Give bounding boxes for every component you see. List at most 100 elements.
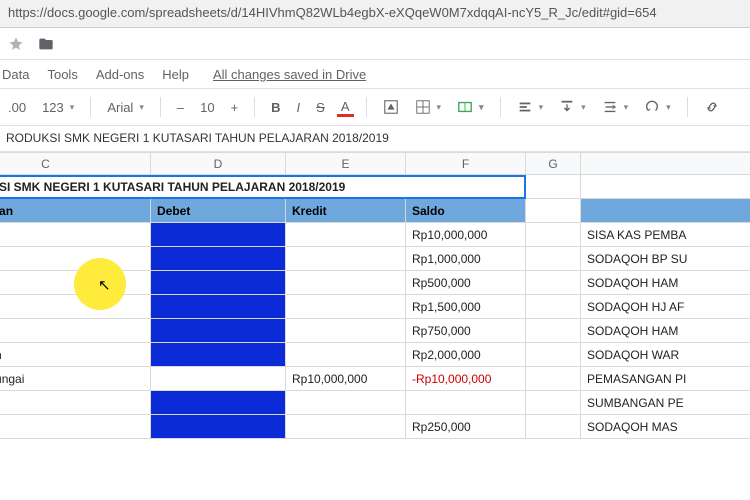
col-f[interactable]: F <box>406 153 526 175</box>
cell-keterangan[interactable]: iji <box>0 247 151 271</box>
font-size[interactable]: 10 <box>196 98 218 117</box>
cell-debet[interactable] <box>151 367 286 391</box>
col-g[interactable]: G <box>526 153 581 175</box>
cell-saldo[interactable]: Rp250,000 <box>406 415 526 439</box>
cell-saldo[interactable]: Rp1,500,000 <box>406 295 526 319</box>
cell-right[interactable]: SODAQOH MAS <box>581 415 750 439</box>
column-headers[interactable]: C D E F G <box>0 153 750 175</box>
cell-saldo[interactable]: Rp500,000 <box>406 271 526 295</box>
table-row[interactable]: ilon Ke SungaiRp10,000,000-Rp10,000,000P… <box>0 367 750 391</box>
cell-debet[interactable]: Rp1,000,000 <box>151 247 286 271</box>
table-row[interactable]: kabRp10,000,000 SUMBANGAN PE <box>0 391 750 415</box>
cell[interactable] <box>526 175 581 199</box>
table-row[interactable]: MushollahRp2,000,000Rp2,000,000SODAQOH W… <box>0 343 750 367</box>
cell-keterangan[interactable]: kab <box>0 391 151 415</box>
cell-saldo[interactable]: -Rp10,000,000 <box>406 367 526 391</box>
cell-keterangan[interactable]: da <box>0 415 151 439</box>
cell[interactable] <box>526 247 581 271</box>
cell-saldo[interactable]: Rp750,000 <box>406 319 526 343</box>
link-button[interactable] <box>700 97 724 117</box>
cell-keterangan[interactable]: agunan <box>0 223 151 247</box>
cell-right[interactable]: SODAQOH HAM <box>581 319 750 343</box>
cell-right[interactable]: SUMBANGAN PE <box>581 391 750 415</box>
table-row[interactable]: AllahRp500,000Rp500,000SODAQOH HAM <box>0 271 750 295</box>
cell-kredit[interactable]: Rp10,000,000 <box>286 367 406 391</box>
cell-saldo[interactable]: Rp2,000,000 <box>406 343 526 367</box>
cell-kredit[interactable] <box>286 247 406 271</box>
valign-button[interactable] <box>555 97 590 117</box>
col-d[interactable]: D <box>151 153 286 175</box>
hdr-saldo[interactable]: Saldo <box>406 199 526 223</box>
cell-kredit[interactable] <box>286 415 406 439</box>
italic-button[interactable]: I <box>293 98 305 117</box>
font-size-down[interactable]: – <box>173 98 188 117</box>
star-icon[interactable] <box>6 34 26 54</box>
cell-debet[interactable]: Rp10,000,000 <box>151 391 286 415</box>
cell-debet[interactable]: Rp500,000 <box>151 271 286 295</box>
cell-kredit[interactable] <box>286 223 406 247</box>
header-row[interactable]: Keterangan Debet Kredit Saldo <box>0 199 750 223</box>
menu-data[interactable]: Data <box>2 67 29 82</box>
hdr-kredit[interactable]: Kredit <box>286 199 406 223</box>
borders-button[interactable] <box>411 97 446 117</box>
number-format-button[interactable]: 123 <box>38 98 78 117</box>
cell[interactable] <box>526 391 581 415</box>
cell[interactable] <box>526 367 581 391</box>
cell-keterangan[interactable]: ah <box>0 295 151 319</box>
wrap-button[interactable] <box>598 97 633 117</box>
fill-color-button[interactable] <box>379 97 403 117</box>
table-row[interactable]: ahRp1,500,000Rp1,500,000SODAQOH HJ AF <box>0 295 750 319</box>
cell-debet[interactable]: Rp2,000,000 <box>151 343 286 367</box>
table-row[interactable]: ijiRp1,000,000Rp1,000,000SODAQOH BP SU <box>0 247 750 271</box>
cell[interactable] <box>526 319 581 343</box>
text-color-button[interactable]: A <box>337 98 354 117</box>
cell[interactable] <box>526 271 581 295</box>
hdr-right[interactable] <box>581 199 750 223</box>
col-h[interactable] <box>581 153 750 175</box>
cell-debet[interactable]: Rp1,500,000 <box>151 295 286 319</box>
cell[interactable] <box>526 223 581 247</box>
cell-right[interactable]: SISA KAS PEMBA <box>581 223 750 247</box>
hdr-keterangan[interactable]: Keterangan <box>0 199 151 223</box>
font-picker[interactable]: Arial <box>103 98 148 117</box>
cell[interactable] <box>526 199 581 223</box>
cell-right[interactable]: SODAQOH WAR <box>581 343 750 367</box>
spreadsheet-grid[interactable]: ↖ C D E F G PRODUKSI SMK NEGERI 1 KUTASA… <box>0 152 750 439</box>
cell-saldo[interactable]: Rp10,000,000 <box>406 223 526 247</box>
cell[interactable] <box>526 295 581 319</box>
cell-kredit[interactable] <box>286 391 406 415</box>
cell-keterangan[interactable]: Mushollah <box>0 343 151 367</box>
table-row[interactable]: agunanRp10,000,000Rp10,000,000SISA KAS P… <box>0 223 750 247</box>
cell-debet[interactable]: Rp750,000 <box>151 319 286 343</box>
cell-debet[interactable]: Rp10,000,000 <box>151 223 286 247</box>
table-row[interactable]: daRp250,000Rp250,000SODAQOH MAS <box>0 415 750 439</box>
folder-icon[interactable] <box>36 34 56 54</box>
hdr-debet[interactable]: Debet <box>151 199 286 223</box>
decimal-button[interactable]: .00 <box>4 98 30 117</box>
font-size-up[interactable]: + <box>227 98 243 117</box>
title-row[interactable]: PRODUKSI SMK NEGERI 1 KUTASARI TAHUN PEL… <box>0 175 750 199</box>
cell-right[interactable]: SODAQOH HAM <box>581 271 750 295</box>
menu-tools[interactable]: Tools <box>47 67 77 82</box>
cell[interactable] <box>526 343 581 367</box>
formula-bar[interactable]: RODUKSI SMK NEGERI 1 KUTASARI TAHUN PELA… <box>0 126 750 152</box>
halign-button[interactable] <box>513 97 548 117</box>
cell-keterangan[interactable]: Allah <box>0 319 151 343</box>
menu-addons[interactable]: Add-ons <box>96 67 144 82</box>
table-row[interactable]: AllahRp750,000Rp750,000SODAQOH HAM <box>0 319 750 343</box>
rotate-button[interactable] <box>640 97 675 117</box>
menu-help[interactable]: Help <box>162 67 189 82</box>
cell-kredit[interactable] <box>286 319 406 343</box>
save-status[interactable]: All changes saved in Drive <box>213 67 366 82</box>
cell-saldo[interactable]: Rp1,000,000 <box>406 247 526 271</box>
bold-button[interactable]: B <box>267 98 284 117</box>
title-cell[interactable]: PRODUKSI SMK NEGERI 1 KUTASARI TAHUN PEL… <box>0 175 526 199</box>
cell-right[interactable]: PEMASANGAN PI <box>581 367 750 391</box>
cell-kredit[interactable] <box>286 271 406 295</box>
cell-right[interactable]: SODAQOH HJ AF <box>581 295 750 319</box>
cell-right[interactable]: SODAQOH BP SU <box>581 247 750 271</box>
url-bar[interactable]: https://docs.google.com/spreadsheets/d/1… <box>0 0 750 28</box>
merge-button[interactable] <box>453 97 488 117</box>
col-c[interactable]: C <box>0 153 151 175</box>
cell[interactable] <box>526 415 581 439</box>
